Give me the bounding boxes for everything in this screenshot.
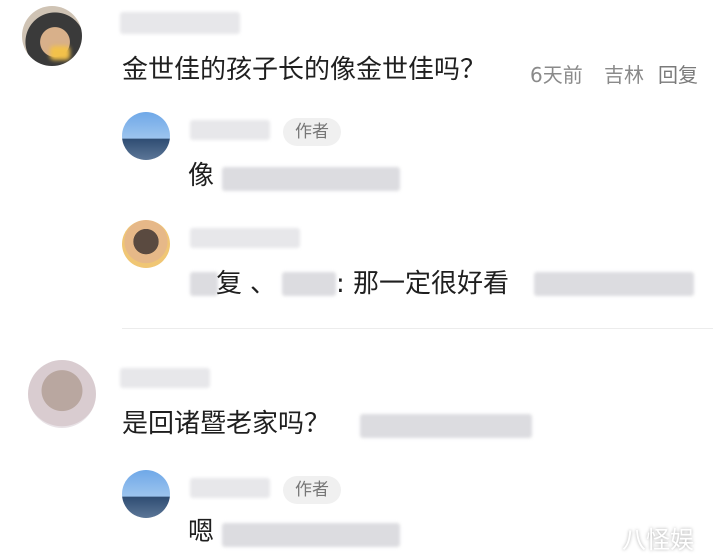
avatar-highlight-icon [50,46,70,60]
reply-text: 嗯 [188,517,215,547]
reply-text-prefix: 复 [216,269,243,299]
avatar[interactable] [122,470,170,518]
comment-location: 吉林 [604,63,644,87]
mention-blurred [282,272,336,296]
avatar[interactable] [122,220,170,268]
blurred-content [222,167,400,191]
comment-time: 6天前 [530,63,583,87]
comment-text: 是回诸暨老家吗？ [122,409,331,439]
username-blurred[interactable] [190,478,270,498]
username-blurred[interactable] [120,368,210,388]
reply-button[interactable]: 回复 [658,59,698,88]
blurred-content [360,414,532,438]
comment-text: 金世佳的孩子长的像金世佳吗？ [122,55,487,85]
avatar[interactable] [122,112,170,160]
divider [122,328,713,329]
avatar[interactable] [28,360,96,428]
author-badge: 作者 [283,118,341,146]
author-badge: 作者 [283,476,341,504]
reply-text: : 那一定很好看 [336,269,510,299]
blurred-content [534,272,694,296]
username-blurred[interactable] [190,120,270,140]
username-blurred[interactable] [120,12,240,34]
reply-text: 像 [188,161,215,191]
username-blurred[interactable] [190,228,300,248]
reply-separator: 、 [250,269,277,299]
avatar[interactable] [22,6,82,66]
blurred-content [222,523,400,547]
watermark: 八怪娱 [622,526,694,554]
mention-blurred [190,272,218,296]
